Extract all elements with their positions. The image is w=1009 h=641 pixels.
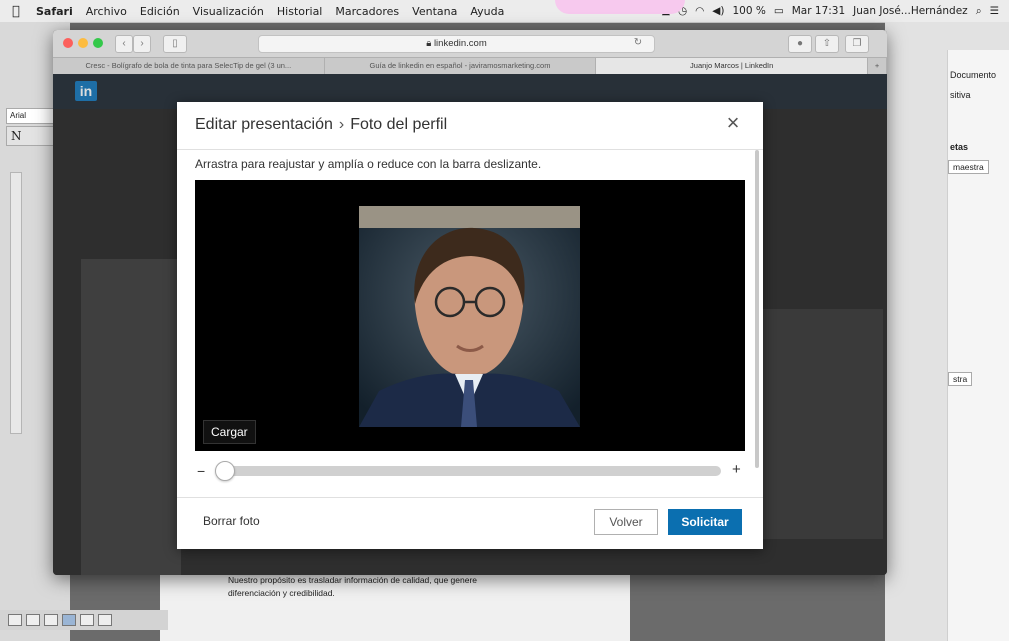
extension-icon[interactable]: ● bbox=[788, 35, 812, 53]
background-panel: Documento sitiva etas maestra stra bbox=[947, 50, 1009, 641]
dialog-title-main[interactable]: Editar presentación bbox=[195, 116, 333, 133]
tabs-overview-icon[interactable]: ❐ bbox=[845, 35, 869, 53]
sidebar-card-dimmed bbox=[753, 309, 883, 539]
notification-center-icon[interactable]: ☰ bbox=[990, 5, 999, 17]
view-outline-icon[interactable] bbox=[26, 614, 40, 626]
lock-icon: 🔒︎ bbox=[426, 38, 434, 49]
tab-linkedin-profile[interactable]: Juanjo Marcos | LinkedIn bbox=[596, 58, 869, 74]
new-tab-icon[interactable]: + bbox=[868, 58, 887, 74]
safari-titlebar: ‹ › ▯ 🔒︎ linkedin.com ↻ ● ⇧ ❐ bbox=[53, 30, 887, 57]
view-draft-icon[interactable] bbox=[8, 614, 22, 626]
close-icon[interactable]: × bbox=[722, 112, 744, 134]
apple-icon[interactable]:  bbox=[12, 4, 26, 19]
zoom-in-icon[interactable]: + bbox=[732, 461, 741, 478]
zoom-out-icon[interactable]: − bbox=[197, 463, 205, 479]
dialog-scrollbar[interactable] bbox=[755, 150, 759, 468]
user-name[interactable]: Juan José...Hernández bbox=[853, 5, 968, 17]
menu-visualizacion[interactable]: Visualización bbox=[193, 5, 264, 18]
chevron-right-icon: › bbox=[338, 116, 345, 133]
menu-marcadores[interactable]: Marcadores bbox=[335, 5, 399, 18]
dialog-header: Editar presentación › Foto del perfil × bbox=[177, 102, 763, 150]
clock[interactable]: Mar 17:31 bbox=[792, 5, 845, 17]
menu-historial[interactable]: Historial bbox=[277, 5, 322, 18]
share-icon[interactable]: ⇧ bbox=[815, 35, 839, 53]
panel-button-stra[interactable]: stra bbox=[948, 372, 973, 386]
doc-line: Nuestro propósito es trasladar informaci… bbox=[228, 575, 478, 585]
zoom-slider-track[interactable] bbox=[219, 466, 721, 476]
dialog-footer: Borrar foto Volver Solicitar bbox=[177, 497, 763, 550]
battery-level[interactable]: 100 % bbox=[732, 5, 765, 17]
view-print-icon[interactable] bbox=[62, 614, 76, 626]
profile-card-dimmed bbox=[81, 259, 181, 575]
minimize-window-icon[interactable] bbox=[78, 38, 88, 48]
wifi-icon[interactable]: ◠ bbox=[695, 5, 704, 17]
menu-ventana[interactable]: Ventana bbox=[412, 5, 457, 18]
reload-icon[interactable]: ↻ bbox=[628, 35, 648, 51]
back-icon[interactable]: ‹ bbox=[115, 35, 133, 53]
edit-photo-dialog: Editar presentación › Foto del perfil × Ar… bbox=[177, 102, 763, 549]
pink-overlay bbox=[555, 0, 685, 14]
back-button[interactable]: Volver bbox=[594, 509, 658, 535]
panel-label-etas: etas bbox=[950, 142, 969, 152]
doc-line: diferenciación y credibilidad. bbox=[228, 588, 335, 598]
dialog-title-sub: Foto del perfil bbox=[350, 116, 448, 133]
tab-bar: Cresc - Bolígrafo de bola de tinta para … bbox=[53, 57, 887, 74]
zoom-slider-thumb[interactable] bbox=[215, 461, 235, 481]
menu-status-area: ▲ ◷ ◠ ◀︎) 100 % ▭ Mar 17:31 Juan José...… bbox=[662, 5, 1009, 18]
zoom-window-icon[interactable] bbox=[93, 38, 103, 48]
menu-bar:  Safari Archivo Edición Visualización H… bbox=[0, 0, 1009, 23]
panel-button-maestra[interactable]: maestra bbox=[948, 160, 989, 174]
dialog-description: Arrastra para reajustar y amplía o reduc… bbox=[195, 157, 542, 171]
profile-photo[interactable] bbox=[359, 206, 580, 427]
menu-edicion[interactable]: Edición bbox=[140, 5, 180, 18]
profile-photo-image bbox=[359, 206, 580, 427]
background-sidebar: Documento sitiva etas maestra stra bbox=[885, 22, 1009, 641]
battery-icon[interactable]: ▭ bbox=[774, 5, 784, 17]
apply-button[interactable]: Solicitar bbox=[668, 509, 742, 535]
address-text: linkedin.com bbox=[433, 38, 487, 49]
forward-icon[interactable]: › bbox=[133, 35, 151, 53]
tab-boligrafo[interactable]: Cresc - Bolígrafo de bola de tinta para … bbox=[53, 58, 325, 74]
linkedin-logo[interactable]: in bbox=[75, 81, 97, 101]
menu-app-name[interactable]: Safari bbox=[36, 5, 73, 18]
volume-icon[interactable]: ◀︎) bbox=[712, 5, 724, 17]
delete-photo-link[interactable]: Borrar foto bbox=[203, 514, 260, 528]
background-document: Nuestro propósito es trasladar informaci… bbox=[160, 575, 630, 641]
tab-guia-linkedin[interactable]: Guía de linkedin en español - javiramosm… bbox=[325, 58, 597, 74]
view-publish-icon[interactable] bbox=[44, 614, 58, 626]
panel-label-sitiva: sitiva bbox=[950, 90, 971, 100]
sidebar-icon[interactable]: ▯ bbox=[163, 35, 187, 53]
photo-crop-area[interactable]: Cargar bbox=[195, 180, 745, 451]
address-bar[interactable]: 🔒︎ linkedin.com bbox=[258, 35, 655, 53]
view-focus-icon[interactable] bbox=[98, 614, 112, 626]
vertical-ruler bbox=[10, 172, 22, 434]
close-window-icon[interactable] bbox=[63, 38, 73, 48]
menu-ayuda[interactable]: Ayuda bbox=[470, 5, 504, 18]
panel-label-documento: Documento bbox=[950, 70, 997, 80]
dialog-title: Editar presentación › Foto del perfil bbox=[195, 116, 447, 134]
spotlight-icon[interactable]: ⌕ bbox=[976, 5, 982, 18]
view-mode-bar bbox=[0, 610, 168, 630]
upload-button[interactable]: Cargar bbox=[203, 420, 256, 444]
view-notebook-icon[interactable] bbox=[80, 614, 94, 626]
menu-archivo[interactable]: Archivo bbox=[86, 5, 127, 18]
